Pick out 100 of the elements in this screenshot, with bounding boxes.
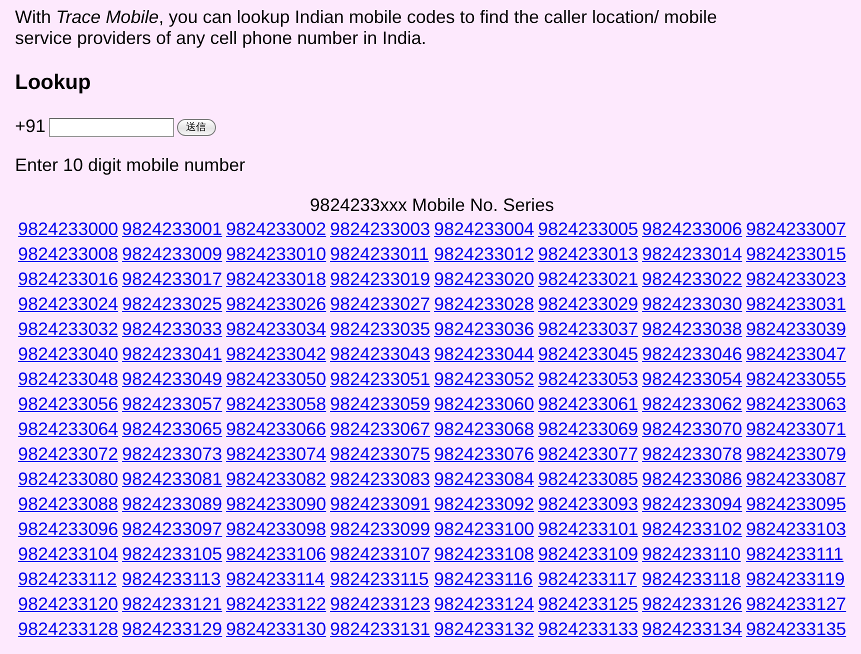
phone-number-link[interactable]: 9824233099 (330, 519, 430, 540)
phone-number-link[interactable]: 9824233042 (226, 344, 326, 365)
phone-number-link[interactable]: 9824233039 (746, 319, 846, 340)
phone-number-link[interactable]: 9824233036 (434, 319, 534, 340)
phone-number-link[interactable]: 9824233014 (642, 244, 742, 265)
phone-number-link[interactable]: 9824233097 (122, 519, 222, 540)
phone-number-link[interactable]: 9824233073 (122, 444, 222, 465)
phone-number-link[interactable]: 9824233119 (746, 569, 845, 590)
phone-number-link[interactable]: 9824233082 (226, 469, 326, 490)
phone-number-link[interactable]: 9824233015 (746, 244, 846, 265)
phone-number-link[interactable]: 9824233072 (18, 444, 118, 465)
phone-number-link[interactable]: 9824233091 (330, 494, 430, 515)
phone-number-link[interactable]: 9824233126 (642, 594, 742, 615)
phone-number-link[interactable]: 9824233053 (538, 369, 638, 390)
phone-number-link[interactable]: 9824233011 (330, 244, 429, 265)
phone-number-link[interactable]: 9824233010 (226, 244, 326, 265)
phone-number-link[interactable]: 9824233083 (330, 469, 430, 490)
phone-number-link[interactable]: 9824233051 (330, 369, 430, 390)
phone-number-link[interactable]: 9824233059 (330, 394, 430, 415)
phone-number-link[interactable]: 9824233068 (434, 419, 534, 440)
phone-number-link[interactable]: 9824233107 (330, 544, 430, 565)
phone-number-link[interactable]: 9824233116 (434, 569, 533, 590)
phone-number-link[interactable]: 9824233135 (746, 619, 846, 640)
phone-number-link[interactable]: 9824233102 (642, 519, 742, 540)
phone-number-link[interactable]: 9824233030 (642, 294, 742, 315)
phone-number-link[interactable]: 9824233048 (18, 369, 118, 390)
phone-number-link[interactable]: 9824233045 (538, 344, 638, 365)
phone-number-link[interactable]: 9824233133 (538, 619, 638, 640)
phone-number-link[interactable]: 9824233052 (434, 369, 534, 390)
phone-number-link[interactable]: 9824233128 (18, 619, 118, 640)
phone-number-link[interactable]: 9824233021 (538, 269, 638, 290)
phone-number-link[interactable]: 9824233069 (538, 419, 638, 440)
phone-number-link[interactable]: 9824233114 (226, 569, 325, 590)
phone-number-link[interactable]: 9824233013 (538, 244, 638, 265)
phone-number-link[interactable]: 9824233057 (122, 394, 222, 415)
phone-number-link[interactable]: 9824233031 (746, 294, 846, 315)
phone-number-link[interactable]: 9824233109 (538, 544, 638, 565)
phone-number-link[interactable]: 9824233012 (434, 244, 534, 265)
phone-number-link[interactable]: 9824233003 (330, 219, 430, 240)
submit-button[interactable]: 送信 (176, 119, 216, 136)
phone-number-link[interactable]: 9824233084 (434, 469, 534, 490)
phone-number-link[interactable]: 9824233087 (746, 469, 846, 490)
phone-number-link[interactable]: 9824233089 (122, 494, 222, 515)
phone-number-link[interactable]: 9824233001 (122, 219, 222, 240)
phone-number-link[interactable]: 9824233032 (18, 319, 118, 340)
phone-number-link[interactable]: 9824233108 (434, 544, 534, 565)
phone-number-link[interactable]: 9824233130 (226, 619, 326, 640)
phone-number-link[interactable]: 9824233006 (642, 219, 742, 240)
phone-number-link[interactable]: 9824233054 (642, 369, 742, 390)
phone-number-link[interactable]: 9824233060 (434, 394, 534, 415)
phone-number-link[interactable]: 9824233000 (18, 219, 118, 240)
phone-number-link[interactable]: 9824233110 (642, 544, 741, 565)
phone-number-link[interactable]: 9824233062 (642, 394, 742, 415)
phone-number-link[interactable]: 9824233050 (226, 369, 326, 390)
phone-number-link[interactable]: 9824233076 (434, 444, 534, 465)
phone-number-link[interactable]: 9824233018 (226, 269, 326, 290)
phone-number-link[interactable]: 9824233090 (226, 494, 326, 515)
phone-number-link[interactable]: 9824233047 (746, 344, 846, 365)
phone-number-link[interactable]: 9824233028 (434, 294, 534, 315)
phone-number-link[interactable]: 9824233131 (330, 619, 430, 640)
phone-number-link[interactable]: 9824233044 (434, 344, 534, 365)
phone-number-link[interactable]: 9824233026 (226, 294, 326, 315)
phone-number-link[interactable]: 9824233061 (538, 394, 638, 415)
phone-number-link[interactable]: 9824233088 (18, 494, 118, 515)
phone-number-link[interactable]: 9824233080 (18, 469, 118, 490)
phone-number-link[interactable]: 9824233098 (226, 519, 326, 540)
phone-number-link[interactable]: 9824233033 (122, 319, 222, 340)
phone-number-link[interactable]: 9824233007 (746, 219, 846, 240)
phone-number-link[interactable]: 9824233016 (18, 269, 118, 290)
phone-number-link[interactable]: 9824233103 (746, 519, 846, 540)
phone-number-link[interactable]: 9824233002 (226, 219, 326, 240)
phone-number-link[interactable]: 9824233009 (122, 244, 222, 265)
phone-number-link[interactable]: 9824233058 (226, 394, 326, 415)
phone-number-link[interactable]: 9824233117 (538, 569, 637, 590)
phone-number-link[interactable]: 9824233132 (434, 619, 534, 640)
phone-number-link[interactable]: 9824233124 (434, 594, 534, 615)
phone-number-link[interactable]: 9824233111 (746, 544, 844, 565)
phone-number-link[interactable]: 9824233115 (330, 569, 429, 590)
phone-number-link[interactable]: 9824233123 (330, 594, 430, 615)
phone-number-link[interactable]: 9824233081 (122, 469, 222, 490)
phone-number-link[interactable]: 9824233019 (330, 269, 430, 290)
phone-number-link[interactable]: 9824233113 (122, 569, 221, 590)
phone-number-link[interactable]: 9824233037 (538, 319, 638, 340)
phone-number-link[interactable]: 9824233112 (18, 569, 117, 590)
phone-number-link[interactable]: 9824233008 (18, 244, 118, 265)
phone-number-link[interactable]: 9824233049 (122, 369, 222, 390)
phone-number-link[interactable]: 9824233134 (642, 619, 742, 640)
phone-number-link[interactable]: 9824233093 (538, 494, 638, 515)
phone-number-link[interactable]: 9824233118 (642, 569, 741, 590)
phone-number-link[interactable]: 9824233038 (642, 319, 742, 340)
phone-number-link[interactable]: 9824233127 (746, 594, 846, 615)
mobile-number-field[interactable] (48, 118, 174, 136)
phone-number-link[interactable]: 9824233104 (18, 544, 118, 565)
phone-number-link[interactable]: 9824233078 (642, 444, 742, 465)
phone-number-link[interactable]: 9824233055 (746, 369, 846, 390)
phone-number-link[interactable]: 9824233004 (434, 219, 534, 240)
phone-number-link[interactable]: 9824233067 (330, 419, 430, 440)
phone-number-link[interactable]: 9824233070 (642, 419, 742, 440)
phone-number-link[interactable]: 9824233027 (330, 294, 430, 315)
phone-number-link[interactable]: 9824233100 (434, 519, 534, 540)
